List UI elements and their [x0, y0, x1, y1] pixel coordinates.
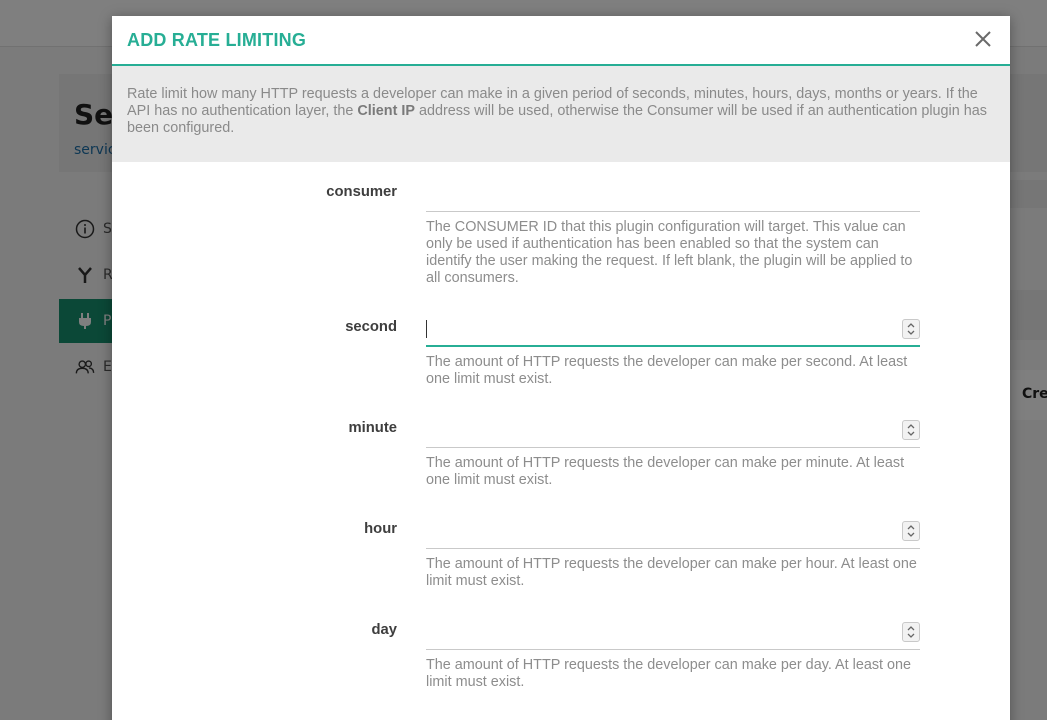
day-stepper[interactable]: [902, 622, 920, 642]
day-help: The amount of HTTP requests the develope…: [426, 657, 912, 690]
minute-label: minute: [348, 420, 397, 436]
close-icon[interactable]: [970, 26, 996, 52]
modal-title: ADD RATE LIMITING: [127, 30, 307, 50]
consumer-input[interactable]: [426, 178, 920, 212]
hour-label: hour: [364, 521, 397, 537]
day-input[interactable]: [426, 616, 920, 650]
consumer-label: consumer: [326, 184, 397, 200]
minute-input[interactable]: [426, 414, 920, 448]
hour-stepper[interactable]: [902, 521, 920, 541]
second-input[interactable]: [426, 313, 920, 347]
stepper-arrows-icon: [907, 424, 915, 436]
stepper-arrows-icon: [907, 525, 915, 537]
stepper-arrows-icon: [907, 626, 915, 638]
hour-input[interactable]: [426, 515, 920, 549]
modal-header: ADD RATE LIMITING: [112, 16, 1010, 66]
second-stepper[interactable]: [902, 319, 920, 339]
modal-description: Rate limit how many HTTP requests a deve…: [112, 66, 1010, 162]
minute-stepper[interactable]: [902, 420, 920, 440]
add-rate-limiting-modal: ADD RATE LIMITING Rate limit how many HT…: [112, 16, 1010, 720]
second-label: second: [345, 319, 397, 335]
description-bold: Client IP: [357, 103, 415, 119]
consumer-help: The CONSUMER ID that this plugin configu…: [426, 219, 913, 286]
hour-help: The amount of HTTP requests the develope…: [426, 556, 917, 589]
second-help: The amount of HTTP requests the develope…: [426, 354, 908, 387]
text-caret: [426, 320, 427, 338]
stepper-arrows-icon: [907, 323, 915, 335]
day-label: day: [371, 622, 398, 638]
minute-help: The amount of HTTP requests the develope…: [426, 455, 905, 488]
